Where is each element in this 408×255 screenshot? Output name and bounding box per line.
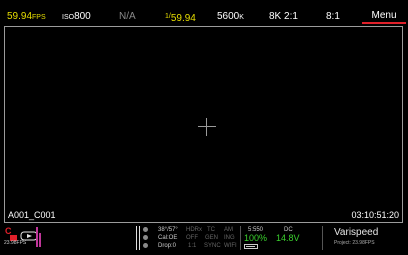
svg-text:C: C xyxy=(5,226,12,236)
divider xyxy=(322,226,323,250)
top-status-bar: 59.94FPS ISO800 N/A 1/59.94 5600K 8K 2:1… xyxy=(0,0,408,26)
aperture-value: N/A xyxy=(119,11,136,22)
dc-voltage: 14.8V xyxy=(276,233,300,243)
divider xyxy=(136,226,137,250)
media-percent: 100% xyxy=(244,233,268,243)
divider xyxy=(240,226,241,250)
status-dot-icon xyxy=(143,243,148,248)
project-mode[interactable]: Varispeed xyxy=(334,227,378,238)
compression-setting[interactable]: 8:1 xyxy=(326,0,340,26)
fps-unit: FPS xyxy=(32,14,46,21)
clip-name: A001_C001 xyxy=(8,210,56,220)
fps-value: 59.94 xyxy=(7,11,33,22)
calibration-status: Cal:OE xyxy=(158,235,178,241)
monitor-viewport[interactable]: A001_C001 03:10:51:20 xyxy=(4,26,403,223)
iso-value: 800 xyxy=(74,11,91,22)
status-dot-icon xyxy=(143,235,148,240)
dropped-frames-status: Drop:0 xyxy=(158,243,177,249)
menu-button[interactable]: Menu xyxy=(362,6,406,24)
wb-unit: K xyxy=(239,14,244,21)
wb-value: 5600 xyxy=(217,11,240,22)
audio-meters xyxy=(36,227,42,247)
resolution-setting[interactable]: 8K 2:1 xyxy=(269,0,298,26)
timecode: 03:10:51:20 xyxy=(351,210,399,220)
project-fps: Project: 23.98FPS xyxy=(334,240,375,246)
white-balance-setting[interactable]: 5600K xyxy=(217,0,244,26)
center-crosshair-icon xyxy=(198,118,216,136)
iso-setting[interactable]: ISO800 xyxy=(62,0,91,26)
resolution-value: 8K 2:1 xyxy=(269,11,298,22)
iso-label: ISO xyxy=(62,14,75,21)
divider xyxy=(139,226,140,250)
tc-status: TC xyxy=(207,227,215,233)
temperature-status: 38°/57° xyxy=(158,227,178,233)
ratio-status: 1:1 xyxy=(188,243,197,249)
frame-rate-setting[interactable]: 59.94FPS xyxy=(7,0,46,26)
aperture-setting[interactable]: N/A xyxy=(119,0,136,26)
status-dots xyxy=(143,227,148,251)
am-status: AM xyxy=(224,227,233,233)
shutter-value: 59.94 xyxy=(170,13,196,24)
hdrx-value: OFF xyxy=(186,235,198,241)
hdrx-status: HDRx xyxy=(186,227,202,233)
genlock-status: GEN xyxy=(205,235,219,241)
compression-value: 8:1 xyxy=(326,11,340,22)
wifi-status: WIFI xyxy=(224,243,237,249)
record-fps: 23.98FPS xyxy=(4,240,27,246)
audio-meter-left xyxy=(36,227,38,247)
shutter-setting[interactable]: 1/59.94 xyxy=(165,0,196,26)
battery-icon xyxy=(244,244,258,249)
audio-meter-right xyxy=(39,233,41,247)
ing-status: ING xyxy=(224,235,235,241)
sync-status: SYNC xyxy=(204,243,221,249)
status-dot-icon xyxy=(143,227,148,232)
